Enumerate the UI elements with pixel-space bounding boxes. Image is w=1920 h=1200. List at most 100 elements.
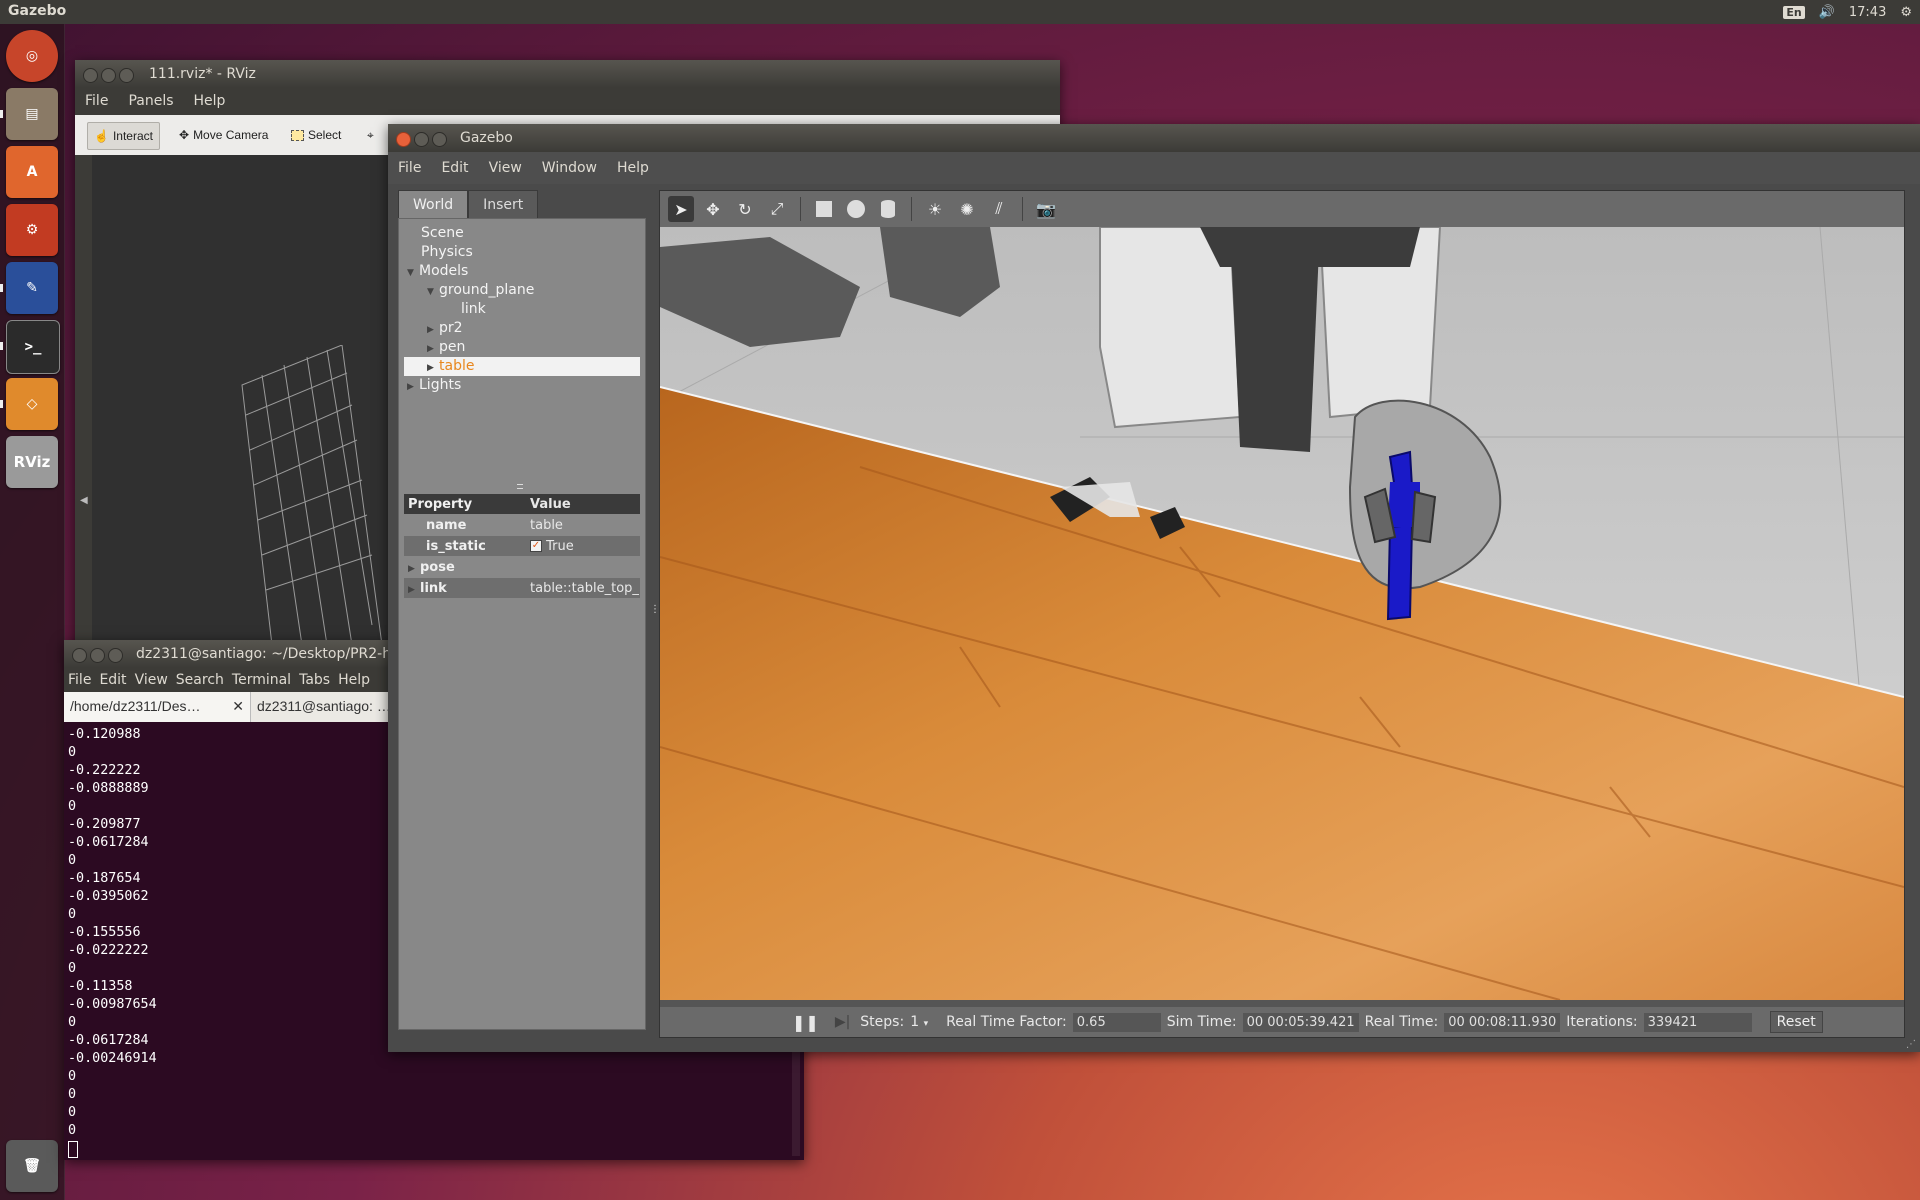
pause-icon[interactable]: ❚❚ bbox=[792, 1013, 819, 1032]
crosshair-icon: ⌖ bbox=[367, 127, 374, 142]
screenshot-camera-icon[interactable]: 📷 bbox=[1033, 196, 1059, 222]
tree-label: pen bbox=[439, 339, 466, 355]
move-camera-icon: ✥ bbox=[179, 128, 190, 142]
collapse-arrow-icon[interactable]: ◀ bbox=[80, 495, 88, 506]
volume-icon[interactable]: 🔊 bbox=[1819, 5, 1835, 20]
interact-tool-button[interactable]: ☝ Interact bbox=[87, 122, 160, 150]
translate-icon[interactable]: ✥ bbox=[700, 196, 726, 222]
property-header: Property Value bbox=[404, 494, 640, 514]
tree-item-ground-plane[interactable]: ▼ ground_plane bbox=[427, 281, 534, 300]
tree-item-link[interactable]: link bbox=[461, 300, 486, 319]
menu-search[interactable]: Search bbox=[172, 672, 228, 688]
menu-help[interactable]: Help bbox=[184, 93, 236, 109]
tree-item-lights[interactable]: ▶ Lights bbox=[407, 376, 461, 395]
menu-edit[interactable]: Edit bbox=[95, 672, 130, 688]
static-checkbox[interactable]: ✓ bbox=[530, 540, 542, 552]
minimize-icon[interactable] bbox=[414, 132, 429, 147]
rviz-icon[interactable]: RViz bbox=[6, 436, 58, 488]
resize-grip-icon[interactable]: ⋰ bbox=[1906, 1039, 1916, 1050]
property-row-link[interactable]: ▶ link table::table_top_… bbox=[404, 578, 640, 598]
sim-time-value: 00 00:05:39.421 bbox=[1242, 1012, 1359, 1032]
files-icon[interactable]: ▤ bbox=[6, 88, 58, 140]
steps-spinbox[interactable]: 1 ▾ bbox=[910, 1014, 928, 1030]
reset-button[interactable]: Reset bbox=[1769, 1011, 1823, 1033]
sublime-icon[interactable]: ◇ bbox=[6, 378, 58, 430]
collapsed-triangle-icon[interactable]: ▶ bbox=[407, 378, 419, 397]
property-value: table::table_top_… bbox=[530, 580, 640, 596]
menu-file[interactable]: File bbox=[75, 93, 118, 109]
expanded-triangle-icon[interactable]: ▼ bbox=[427, 283, 439, 302]
focus-tool-button[interactable]: ⌖ bbox=[361, 122, 380, 148]
text-editor-icon[interactable]: ✎ bbox=[6, 262, 58, 314]
settings-icon[interactable]: ⚙ bbox=[6, 204, 58, 256]
menu-edit[interactable]: Edit bbox=[431, 160, 478, 176]
property-row-pose[interactable]: ▶ pose bbox=[404, 557, 640, 577]
menu-terminal[interactable]: Terminal bbox=[228, 672, 295, 688]
select-tool-button[interactable]: Select bbox=[285, 122, 347, 148]
close-tab-icon[interactable]: ✕ bbox=[232, 698, 244, 715]
rviz-titlebar[interactable]: 111.rviz* - RViz bbox=[75, 60, 1060, 88]
minimize-icon[interactable] bbox=[90, 648, 105, 663]
tree-item-table[interactable]: ▶ table bbox=[404, 357, 640, 376]
cylinder-shape-icon[interactable] bbox=[875, 196, 901, 222]
tree-item-pen[interactable]: ▶ pen bbox=[427, 338, 465, 357]
hand-icon: ☝ bbox=[94, 129, 109, 143]
tab-insert[interactable]: Insert bbox=[468, 190, 539, 218]
menu-file[interactable]: File bbox=[388, 160, 431, 176]
expanded-triangle-icon[interactable]: ▼ bbox=[407, 264, 419, 283]
active-app-title: Gazebo bbox=[8, 3, 67, 19]
right-panel-handle[interactable]: ⋮ bbox=[1902, 647, 1904, 658]
menu-tabs[interactable]: Tabs bbox=[295, 672, 334, 688]
box-shape-icon[interactable] bbox=[811, 196, 837, 222]
terminal-tab-1[interactable]: /home/dz2311/Des… ✕ bbox=[64, 692, 251, 722]
rotate-icon[interactable]: ↻ bbox=[732, 196, 758, 222]
menu-view[interactable]: View bbox=[131, 672, 172, 688]
splitter-handle[interactable] bbox=[517, 484, 523, 489]
tree-item-pr2[interactable]: ▶ pr2 bbox=[427, 319, 463, 338]
close-icon[interactable] bbox=[72, 648, 87, 663]
clock[interactable]: 17:43 bbox=[1849, 5, 1886, 20]
trash-icon[interactable]: 🗑 bbox=[6, 1140, 58, 1192]
collapsed-triangle-icon[interactable]: ▶ bbox=[408, 564, 420, 574]
collapsed-triangle-icon[interactable]: ▶ bbox=[408, 585, 420, 595]
menu-window[interactable]: Window bbox=[532, 160, 607, 176]
gazebo-left-panel: World Insert Scene Physics ▼ Models ▼ grou… bbox=[398, 190, 646, 1030]
power-gear-icon[interactable]: ⚙ bbox=[1900, 5, 1912, 20]
menu-help[interactable]: Help bbox=[607, 160, 659, 176]
software-center-icon[interactable]: A bbox=[6, 146, 58, 198]
rviz-title: 111.rviz* - RViz bbox=[149, 66, 256, 82]
terminal-icon[interactable]: >_ bbox=[6, 320, 60, 374]
tree-item-scene[interactable]: Scene bbox=[421, 224, 464, 243]
maximize-icon[interactable] bbox=[119, 68, 134, 83]
chevron-down-icon[interactable]: ▾ bbox=[924, 1019, 929, 1029]
tree-item-models[interactable]: ▼ Models bbox=[407, 262, 468, 281]
maximize-icon[interactable] bbox=[108, 648, 123, 663]
menu-panels[interactable]: Panels bbox=[118, 93, 183, 109]
minimize-icon[interactable] bbox=[101, 68, 116, 83]
gazebo-titlebar[interactable]: Gazebo bbox=[388, 124, 1920, 152]
property-row-name[interactable]: name table bbox=[404, 515, 640, 535]
sphere-shape-icon[interactable] bbox=[843, 196, 869, 222]
select-arrow-icon[interactable]: ➤ bbox=[668, 196, 694, 222]
move-camera-tool-button[interactable]: ✥ Move Camera bbox=[173, 122, 274, 148]
close-icon[interactable] bbox=[83, 68, 98, 83]
scale-icon[interactable]: ⤢ bbox=[764, 196, 790, 222]
menu-file[interactable]: File bbox=[64, 672, 95, 688]
maximize-icon[interactable] bbox=[432, 132, 447, 147]
step-icon[interactable]: ▶| bbox=[835, 1014, 850, 1030]
menu-view[interactable]: View bbox=[479, 160, 532, 176]
point-light-icon[interactable]: ☀ bbox=[922, 196, 948, 222]
directional-light-icon[interactable]: ⫽ bbox=[986, 196, 1012, 222]
close-icon[interactable] bbox=[396, 132, 411, 147]
rviz-menubar: File Panels Help bbox=[75, 88, 1060, 114]
keyboard-indicator[interactable]: En bbox=[1783, 5, 1805, 19]
tab-world[interactable]: World bbox=[398, 190, 469, 218]
left-panel-tabs: World Insert bbox=[398, 190, 646, 218]
gazebo-3d-scene[interactable]: ⋮ bbox=[660, 227, 1904, 1000]
ubuntu-home-icon[interactable]: ◎ bbox=[6, 30, 58, 82]
spot-light-icon[interactable]: ✺ bbox=[954, 196, 980, 222]
property-row-is-static[interactable]: is_static ✓ True bbox=[404, 536, 640, 556]
sim-time-label: Sim Time: bbox=[1166, 1014, 1237, 1030]
tree-item-physics[interactable]: Physics bbox=[421, 243, 473, 262]
menu-help[interactable]: Help bbox=[334, 672, 374, 688]
